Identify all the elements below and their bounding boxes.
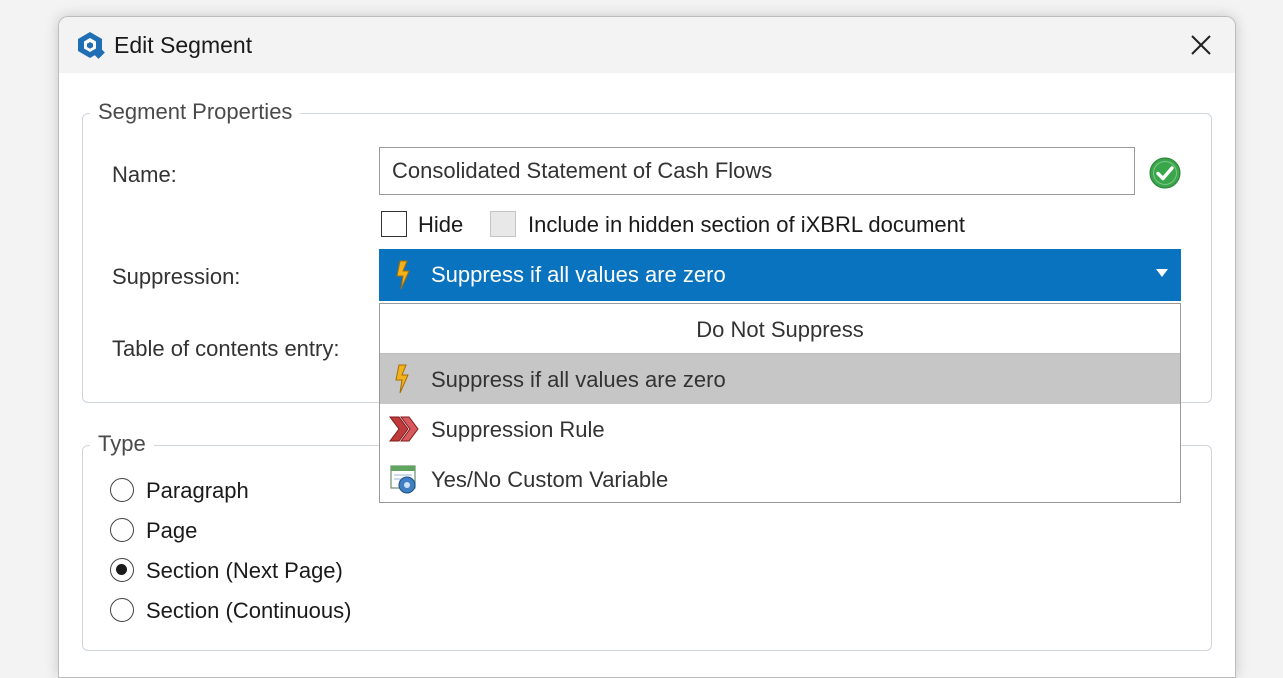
include-hidden-checkbox[interactable] (490, 211, 516, 237)
hide-label: Hide (418, 212, 464, 237)
dropdown-item-do-not-suppress[interactable]: Do Not Suppress (380, 304, 1180, 354)
check-circle-icon (1149, 157, 1181, 189)
double-chevron-right-icon (389, 416, 419, 442)
type-radio-paragraph[interactable] (110, 478, 134, 502)
type-label-section-continuous: Section (Continuous) (146, 598, 352, 623)
toc-entry-label: Table of contents entry: (112, 336, 340, 361)
type-radio-section-next-page[interactable] (110, 558, 134, 582)
window-title: Edit Segment (114, 32, 253, 58)
dropdown-item-suppress-if-zero[interactable]: Suppress if all values are zero (380, 354, 1180, 404)
custom-variable-icon (390, 465, 416, 494)
lightning-bolt-icon (396, 260, 410, 290)
title-bar: Edit Segment (59, 17, 1235, 73)
radio-selected-dot (116, 564, 127, 575)
lightning-bolt-icon (395, 364, 409, 394)
type-label-page: Page (146, 518, 198, 543)
suppression-label: Suppression: (112, 264, 241, 289)
suppression-dropdown-list: Do Not Suppress Suppress if all values a… (379, 303, 1181, 503)
hide-checkbox[interactable] (381, 211, 407, 237)
type-radio-page[interactable] (110, 518, 134, 542)
type-legend: Type (90, 431, 154, 457)
close-icon[interactable] (1185, 29, 1217, 61)
chevron-down-icon (1156, 269, 1168, 277)
type-radio-section-continuous[interactable] (110, 598, 134, 622)
edit-segment-dialog: Edit Segment Segment Properties Name: Hi… (58, 16, 1236, 678)
include-hidden-label: Include in hidden section of iXBRL docum… (528, 212, 966, 237)
suppression-selected-text: Suppress if all values are zero (431, 262, 726, 287)
segment-properties-legend: Segment Properties (90, 99, 301, 125)
type-label-paragraph: Paragraph (146, 478, 249, 503)
suppression-combobox[interactable]: Suppress if all values are zero (379, 249, 1181, 301)
type-label-section-next-page: Section (Next Page) (146, 558, 343, 583)
app-logo-icon (78, 32, 105, 59)
dropdown-item-suppression-rule[interactable]: Suppression Rule (380, 404, 1180, 454)
name-label: Name: (112, 162, 177, 187)
name-input[interactable] (379, 147, 1135, 195)
dropdown-item-custom-variable[interactable]: Yes/No Custom Variable (380, 454, 1180, 504)
